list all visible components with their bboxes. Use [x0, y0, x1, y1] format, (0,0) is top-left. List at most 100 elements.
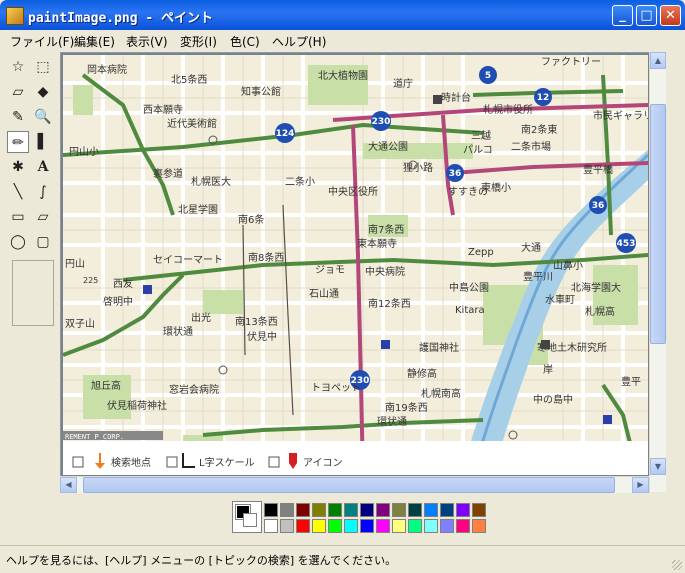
svg-text:札幌南高: 札幌南高 [421, 387, 461, 400]
vertical-scroll-thumb[interactable] [650, 104, 666, 344]
color-swatch[interactable] [440, 503, 454, 517]
svg-text:セイコーマート: セイコーマート [153, 254, 223, 266]
svg-text:豊平: 豊平 [621, 375, 641, 388]
color-swatch[interactable] [328, 503, 342, 517]
color-swatch[interactable] [376, 503, 390, 517]
scroll-down-icon[interactable]: ▼ [650, 458, 666, 475]
tool-options-box[interactable] [12, 260, 54, 326]
svg-text:南2条東: 南2条東 [521, 123, 557, 136]
color-swatch[interactable] [392, 503, 406, 517]
color-swatch[interactable] [408, 503, 422, 517]
rectangle-tool[interactable]: ▭ [7, 206, 29, 228]
free-select-tool[interactable]: ☆ [7, 56, 29, 78]
scroll-left-icon[interactable]: ◀ [60, 477, 77, 493]
menu-file[interactable]: ファイル(F) [10, 33, 74, 50]
airbrush-tool[interactable]: ✱ [7, 156, 29, 178]
svg-text:453: 453 [617, 239, 636, 249]
map-image[interactable]: 5 12 124 230 36 36 453 230 岡本病院 北5条西 北大植… [63, 55, 648, 475]
menu-colors[interactable]: 色(C) [230, 33, 260, 50]
svg-text:護国神社: 護国神社 [419, 341, 459, 354]
svg-text:札幌医大: 札幌医大 [191, 175, 231, 188]
color-swatch[interactable] [312, 503, 326, 517]
svg-text:札幌高: 札幌高 [585, 305, 615, 318]
color-swatch[interactable] [280, 503, 294, 517]
svg-text:環状通: 環状通 [377, 415, 407, 428]
color-swatch[interactable] [376, 519, 390, 533]
color-swatch[interactable] [472, 503, 486, 517]
fill-tool[interactable]: ◆ [32, 81, 54, 103]
svg-text:南12条西: 南12条西 [368, 297, 411, 310]
legend-l-scale: L字スケール [199, 456, 255, 469]
color-swatch[interactable] [392, 519, 406, 533]
menu-bar: ファイル(F) 編集(E) 表示(V) 変形(I) 色(C) ヘルプ(H) [4, 30, 681, 50]
color-swatch[interactable] [328, 519, 342, 533]
color-swatch[interactable] [440, 519, 454, 533]
ellipse-tool[interactable]: ◯ [7, 231, 29, 253]
color-swatch[interactable] [264, 519, 278, 533]
color-swatch[interactable] [360, 519, 374, 533]
color-swatch[interactable] [456, 519, 470, 533]
pencil-tool[interactable]: ✏ [7, 131, 29, 153]
color-swatch[interactable] [312, 519, 326, 533]
status-text: ヘルプを見るには、[ヘルプ] メニューの [トピックの検索] を選んでください。 [6, 554, 397, 567]
color-swatch[interactable] [344, 519, 358, 533]
svg-text:岡本病院: 岡本病院 [87, 63, 127, 76]
curve-tool[interactable]: ∫ [32, 181, 54, 203]
close-button[interactable]: ✕ [660, 5, 681, 26]
svg-text:市民ギャラリー: 市民ギャラリー [593, 109, 648, 122]
color-swatch[interactable] [264, 503, 278, 517]
color-swatch[interactable] [280, 519, 294, 533]
legend-search-point: 検索地点 [111, 456, 151, 469]
maximize-button[interactable]: □ [636, 5, 657, 26]
svg-text:南7条西: 南7条西 [368, 223, 404, 236]
text-tool[interactable]: A [32, 156, 54, 178]
menu-help[interactable]: ヘルプ(H) [272, 33, 326, 50]
minimize-button[interactable]: _ [612, 5, 633, 26]
svg-text:円山小: 円山小 [69, 146, 99, 158]
svg-text:札幌市役所: 札幌市役所 [483, 103, 533, 116]
svg-text:旭丘高: 旭丘高 [91, 379, 121, 392]
svg-text:三越: 三越 [471, 129, 491, 142]
canvas-area: 5 12 124 230 36 36 453 230 岡本病院 北5条西 北大植… [60, 52, 665, 492]
paint-app-icon[interactable] [6, 7, 24, 25]
svg-text:北星学園: 北星学園 [178, 203, 218, 216]
svg-text:出光: 出光 [191, 311, 211, 324]
color-swatch[interactable] [296, 519, 310, 533]
resize-grip-icon[interactable] [672, 560, 682, 570]
color-swatch[interactable] [424, 503, 438, 517]
svg-text:230: 230 [372, 117, 391, 127]
svg-text:中央病院: 中央病院 [365, 265, 405, 278]
vertical-scrollbar[interactable]: ▲ ▼ [649, 52, 666, 492]
line-tool[interactable]: ╲ [7, 181, 29, 203]
svg-text:二条小: 二条小 [285, 175, 315, 188]
menu-edit[interactable]: 編集(E) [74, 33, 115, 50]
color-swatch[interactable] [344, 503, 358, 517]
svg-text:中央区役所: 中央区役所 [328, 185, 378, 198]
menu-view[interactable]: 表示(V) [126, 33, 168, 50]
svg-text:近代美術館: 近代美術館 [167, 117, 217, 130]
color-swatch[interactable] [408, 519, 422, 533]
horizontal-scroll-thumb[interactable] [83, 477, 615, 493]
horizontal-scrollbar[interactable]: ◀ ▶ [60, 476, 649, 493]
svg-text:中島公園: 中島公園 [449, 281, 489, 294]
magnifier-tool[interactable]: 🔍 [32, 106, 54, 128]
menu-image[interactable]: 変形(I) [180, 33, 217, 50]
svg-text:36: 36 [592, 201, 605, 211]
color-picker-tool[interactable]: ✎ [7, 106, 29, 128]
scroll-right-icon[interactable]: ▶ [632, 477, 649, 493]
eraser-tool[interactable]: ▱ [7, 81, 29, 103]
svg-text:トヨペット: トヨペット [311, 383, 361, 394]
color-swatch[interactable] [472, 519, 486, 533]
current-colors[interactable] [232, 501, 262, 533]
color-swatch[interactable] [360, 503, 374, 517]
color-swatch[interactable] [296, 503, 310, 517]
rect-select-tool[interactable]: ⬚ [32, 56, 54, 78]
scroll-up-icon[interactable]: ▲ [650, 52, 666, 69]
brush-tool[interactable]: ▌ [32, 131, 54, 153]
color-swatch[interactable] [424, 519, 438, 533]
rounded-rect-tool[interactable]: ▢ [32, 231, 54, 253]
svg-text:東橋小: 東橋小 [481, 181, 511, 194]
background-color[interactable] [243, 513, 257, 527]
polygon-tool[interactable]: ▱ [32, 206, 54, 228]
color-swatch[interactable] [456, 503, 470, 517]
